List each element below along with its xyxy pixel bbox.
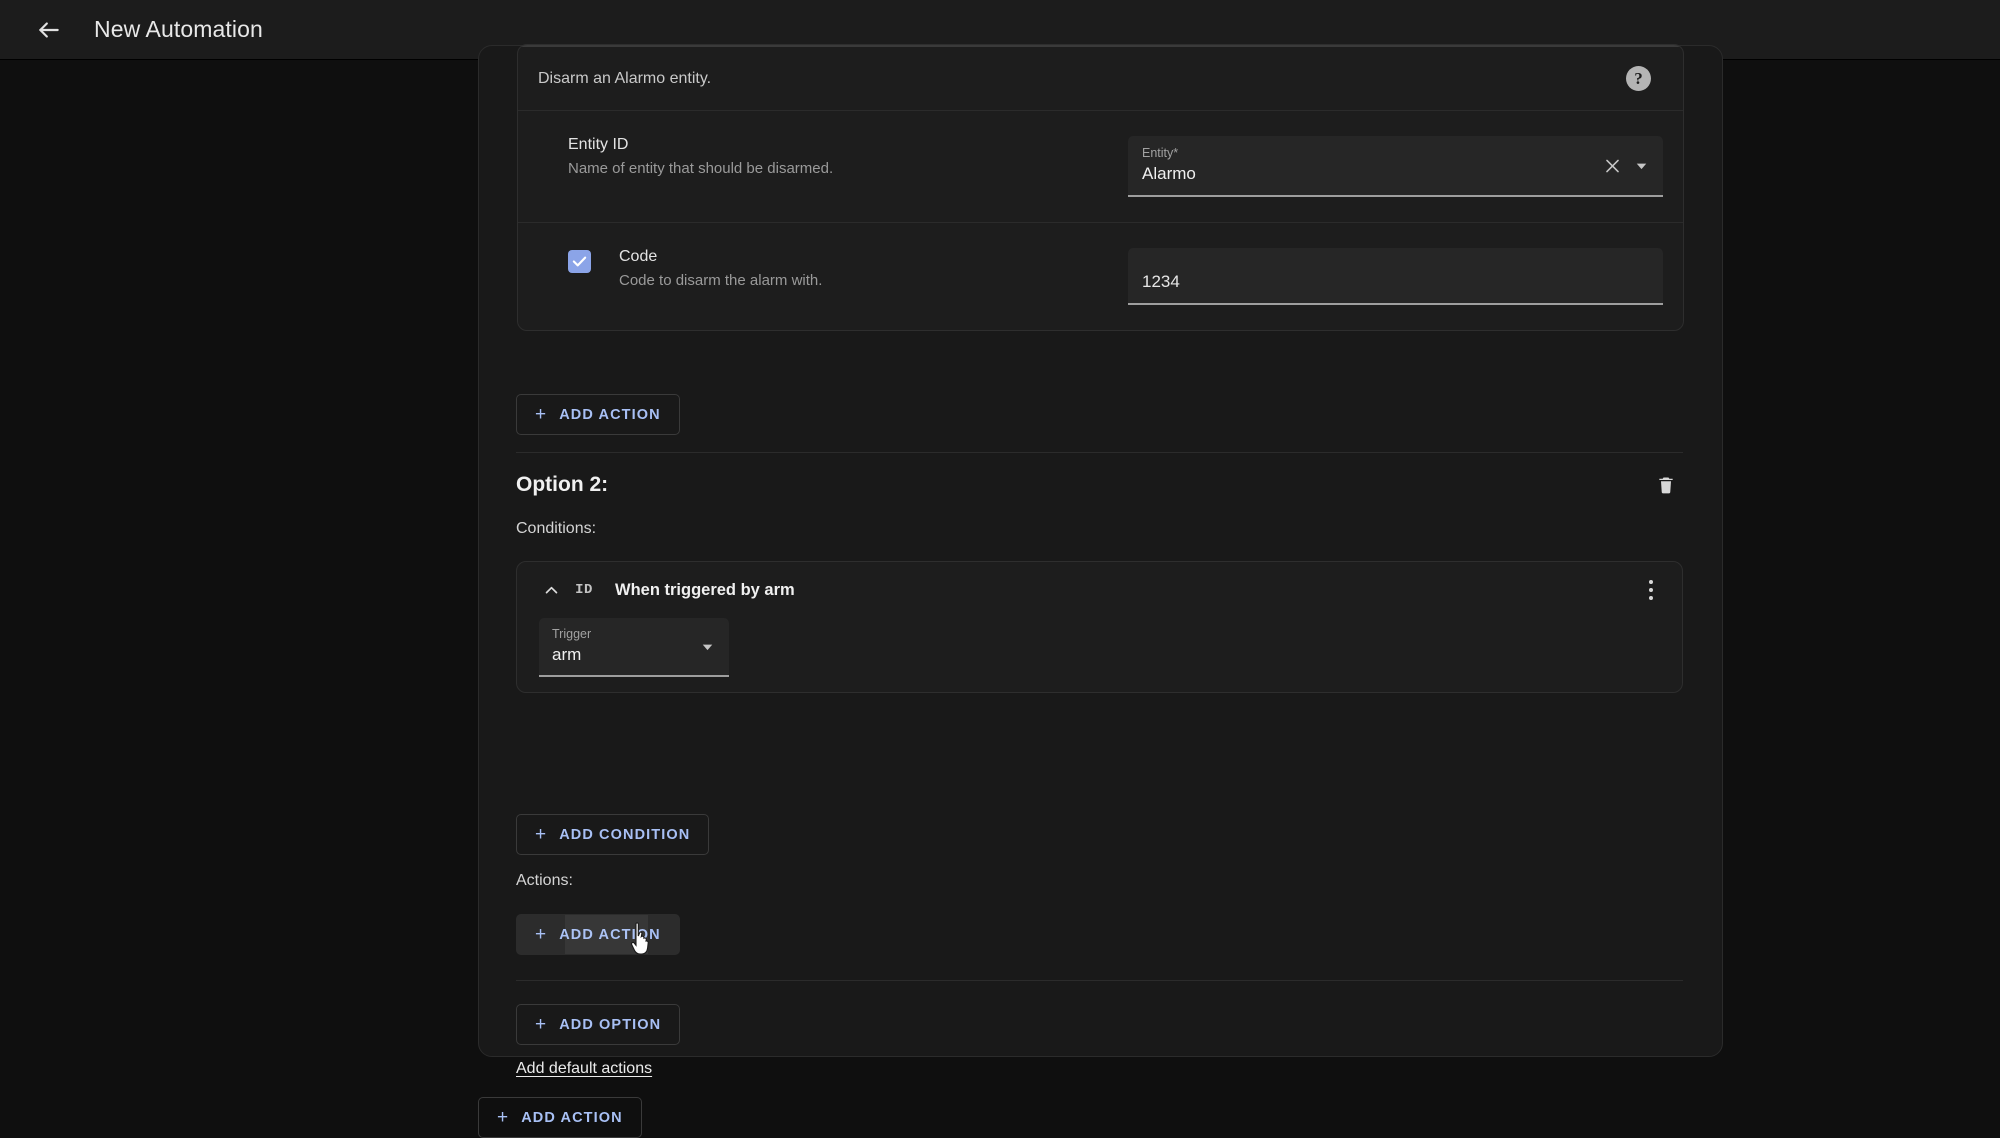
check-icon <box>572 256 587 267</box>
code-checkbox[interactable] <box>568 250 591 273</box>
page-body: Disarm an Alarmo entity. ? Entity ID Nam… <box>0 44 2000 1138</box>
code-input[interactable]: 1234 <box>1128 248 1663 305</box>
condition-title: When triggered by arm <box>615 580 795 599</box>
dots-vertical-icon <box>1648 595 1654 601</box>
field-left-code: Code Code to disarm the alarm with. <box>568 248 1128 289</box>
add-option-label: ADD OPTION <box>559 1016 662 1033</box>
action-description-row: Disarm an Alarmo entity. ? <box>518 47 1683 111</box>
chevron-down-icon[interactable] <box>698 637 717 656</box>
entity-combobox[interactable]: Entity* Alarmo <box>1128 136 1663 197</box>
trigger-select-icons <box>698 637 717 656</box>
arrow-left-icon <box>39 21 59 38</box>
entity-field-icons <box>1603 156 1651 175</box>
add-action-button-option1[interactable]: + ADD ACTION <box>516 394 680 435</box>
entity-field-label: Entity* <box>1142 146 1179 160</box>
plus-icon: + <box>535 924 548 945</box>
field-row-code: Code Code to disarm the alarm with. 1234 <box>518 223 1683 330</box>
field-left-entity-id: Entity ID Name of entity that should be … <box>568 136 1128 177</box>
condition-card-body: Trigger arm <box>517 618 1682 677</box>
help-icon[interactable]: ? <box>1626 66 1651 91</box>
dots-vertical-icon <box>1648 579 1654 585</box>
trigger-select[interactable]: Trigger arm <box>539 618 729 677</box>
code-input-value: 1234 <box>1142 272 1180 291</box>
action-card-disarm: Disarm an Alarmo entity. ? Entity ID Nam… <box>517 44 1684 331</box>
field-help-entity-id: Name of entity that should be disarmed. <box>568 160 834 177</box>
close-icon[interactable] <box>1603 156 1622 175</box>
chevron-down-icon[interactable] <box>1632 156 1651 175</box>
option2-title: Option 2: <box>516 473 609 496</box>
page-title: New Automation <box>94 16 263 42</box>
field-help-code: Code to disarm the alarm with. <box>619 272 823 289</box>
option-group-card: Disarm an Alarmo entity. ? Entity ID Nam… <box>478 44 1723 1057</box>
condition-overflow-menu-button[interactable] <box>1634 573 1668 607</box>
entity-field-value: Alarmo <box>1142 164 1196 183</box>
collapse-toggle-button[interactable] <box>535 574 567 606</box>
condition-card: ID When triggered by arm Trigger arm <box>516 561 1683 693</box>
back-button[interactable] <box>26 7 72 53</box>
plus-icon: + <box>535 824 548 845</box>
trigger-select-value: arm <box>552 645 582 664</box>
field-label-entity-id: Entity ID <box>568 136 629 153</box>
id-badge-icon: ID <box>575 582 593 598</box>
footer-divider <box>516 980 1683 981</box>
field-right-entity-id: Entity* Alarmo <box>1128 136 1663 197</box>
delete-option-button[interactable] <box>1649 468 1683 502</box>
plus-icon: + <box>535 404 548 425</box>
add-condition-button[interactable]: + ADD CONDITION <box>516 814 710 855</box>
condition-card-header[interactable]: ID When triggered by arm <box>517 562 1682 618</box>
option-divider <box>516 452 1683 453</box>
plus-icon: + <box>497 1107 510 1128</box>
add-action-button-option2[interactable]: + ADD ACTION <box>516 914 680 955</box>
add-option-button[interactable]: + ADD OPTION <box>516 1004 681 1045</box>
dots-vertical-icon <box>1648 587 1654 593</box>
add-action-label: ADD ACTION <box>521 1109 623 1126</box>
add-default-actions-link[interactable]: Add default actions <box>516 1060 652 1078</box>
field-label-code: Code <box>619 248 658 265</box>
option2-header: Option 2: <box>516 468 1683 502</box>
conditions-label: Conditions: <box>516 520 597 537</box>
plus-icon: + <box>535 1014 548 1035</box>
field-right-code: 1234 <box>1128 248 1663 305</box>
add-action-label: ADD ACTION <box>559 406 661 423</box>
trash-icon <box>1659 477 1673 494</box>
add-condition-label: ADD CONDITION <box>559 826 691 843</box>
actions-label: Actions: <box>516 872 573 889</box>
chevron-up-icon <box>545 586 557 593</box>
action-description: Disarm an Alarmo entity. <box>538 69 712 87</box>
add-action-label: ADD ACTION <box>559 926 661 943</box>
add-action-button-root[interactable]: + ADD ACTION <box>478 1097 642 1138</box>
field-row-entity-id: Entity ID Name of entity that should be … <box>518 111 1683 223</box>
trigger-select-label: Trigger <box>552 627 592 641</box>
